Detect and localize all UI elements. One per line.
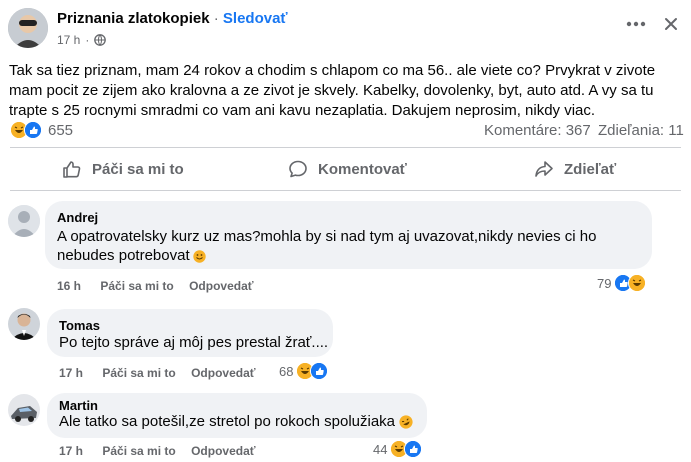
comment-text-body: Ale tatko sa potešil,ze stretol po rokoc…	[59, 413, 396, 430]
comment-icon	[289, 160, 307, 178]
divider-top	[10, 147, 681, 148]
close-icon[interactable]	[660, 14, 682, 34]
shares-count[interactable]: Zdieľania: 11	[598, 122, 684, 139]
reaction-summary[interactable]: 655	[10, 121, 73, 139]
globe-icon	[94, 34, 107, 46]
comment-author[interactable]: Tomas	[59, 318, 100, 333]
comment-meta: 16 h Páči sa mi to Odpovedať	[57, 279, 254, 293]
comment-meta: 17 h Páči sa mi to Odpovedať	[59, 366, 256, 380]
comment-avatar-andrej[interactable]	[8, 205, 40, 237]
comment-label: Komentovať	[318, 160, 407, 178]
smile-emoji-icon	[192, 249, 206, 263]
share-icon	[535, 161, 553, 177]
comment-author[interactable]: Andrej	[57, 210, 98, 225]
comment-time[interactable]: 16 h	[57, 279, 81, 293]
comment-reaction-count: 68	[279, 363, 294, 379]
comment-bubble: Tomas Po tejto správe aj môj pes prestal…	[47, 309, 333, 357]
comment-text-line2: nebudes potrebovat	[57, 247, 190, 264]
comment-text: A opatrovatelsky kurz uz mas?mohla by si…	[57, 227, 647, 265]
comment-reply-button[interactable]: Odpovedať	[191, 444, 255, 458]
like-reaction-icon	[24, 121, 42, 139]
comment-time[interactable]: 17 h	[59, 444, 83, 458]
like-reaction-icon	[310, 362, 329, 380]
comment-reply-button[interactable]: Odpovedať	[191, 366, 255, 380]
follow-button[interactable]: Sledovať	[223, 10, 288, 27]
share-label: Zdieľať	[564, 160, 617, 178]
comment-like-button[interactable]: Páči sa mi to	[102, 444, 175, 458]
comment-reactions[interactable]: 79	[597, 274, 647, 292]
comments-count[interactable]: Komentáre: 367	[484, 122, 591, 139]
share-button[interactable]: Zdieľať	[534, 158, 616, 180]
page-avatar[interactable]	[8, 8, 48, 48]
comment-author[interactable]: Martin	[59, 398, 98, 413]
post-header: Priznania zlatokopiek · Sledovať	[57, 10, 288, 27]
comment-reactions[interactable]: 44	[373, 440, 423, 458]
rofl-emoji-icon	[399, 414, 413, 429]
more-icon[interactable]	[622, 14, 650, 34]
post-time[interactable]: 17 h	[57, 33, 80, 47]
comment-like-button[interactable]: Páči sa mi to	[100, 279, 173, 293]
separator-dot: ·	[213, 10, 219, 27]
comment-bubble: Andrej A opatrovatelsky kurz uz mas?mohl…	[45, 201, 652, 269]
like-label: Páči sa mi to	[92, 160, 184, 178]
comment-like-button[interactable]: Páči sa mi to	[102, 366, 175, 380]
post-text: Tak sa tiez priznam, mam 24 rokov a chod…	[9, 62, 656, 119]
comment-text: Po tejto správe aj môj pes prestal žrať.…	[59, 334, 329, 351]
comment-reactions[interactable]: 68	[279, 362, 329, 380]
reaction-count[interactable]: 655	[48, 122, 73, 139]
comment-meta: 17 h Páči sa mi to Odpovedať	[59, 444, 256, 458]
comment-text-line: nebudes potrebovat	[57, 246, 647, 265]
comment-reaction-count: 79	[597, 275, 612, 291]
comment-avatar-martin[interactable]	[8, 394, 40, 426]
meta-dot: ·	[85, 33, 90, 47]
comment-avatar-tomas[interactable]	[8, 308, 40, 340]
divider-bottom	[10, 190, 681, 191]
comment-reply-button[interactable]: Odpovedať	[189, 279, 253, 293]
haha-reaction-icon	[628, 274, 647, 292]
like-reaction-icon	[404, 440, 423, 458]
comment-text-line: A opatrovatelsky kurz uz mas?mohla by si…	[57, 228, 597, 245]
comment-bubble: Martin Ale tatko sa potešil,ze stretol p…	[47, 393, 427, 438]
comment-button[interactable]: Komentovať	[288, 158, 407, 180]
like-icon	[63, 161, 81, 178]
comment-text: Ale tatko sa potešil,ze stretol po rokoc…	[59, 413, 413, 430]
page-name[interactable]: Priznania zlatokopiek	[57, 10, 210, 27]
post-meta: 17 h ·	[57, 33, 107, 47]
like-button[interactable]: Páči sa mi to	[62, 158, 184, 180]
comment-time[interactable]: 17 h	[59, 366, 83, 380]
comment-reaction-count: 44	[373, 441, 388, 457]
